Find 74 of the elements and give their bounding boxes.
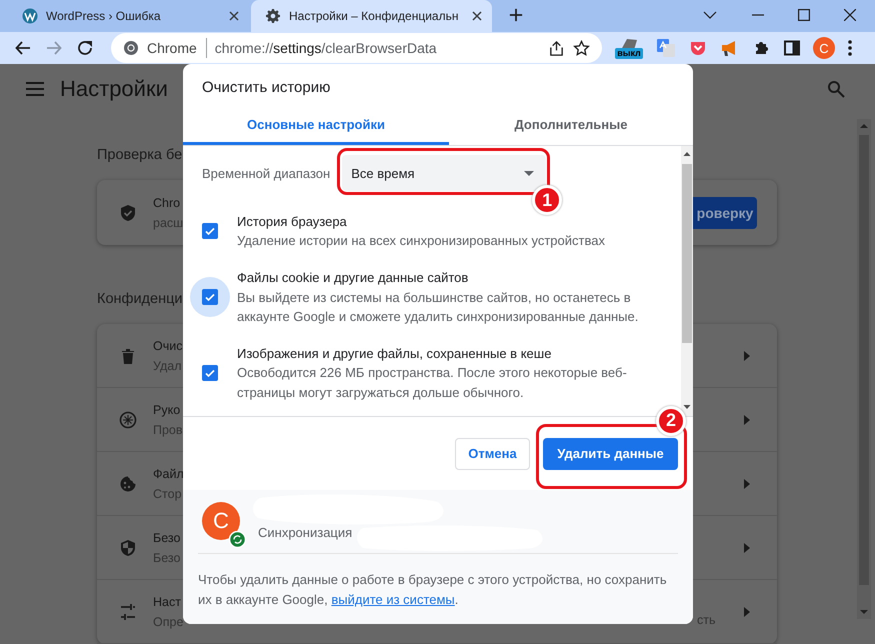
tab-title: Настройки – Конфиденциальн [289, 9, 458, 23]
sync-badge-icon [229, 530, 246, 548]
option-description: Освободится 226 МБ пространства. После этого некоторые веб-страницы могут загружаться дольше обычного. [237, 364, 628, 402]
shield-icon [119, 538, 137, 556]
option-title: Изображения и другие файлы, сохраненные в кеше [237, 344, 552, 363]
browser-tab[interactable]: Настройки – Конфиденциальн [251, 0, 492, 32]
cookie-icon [119, 474, 137, 492]
sync-status: Синхронизация [258, 524, 352, 540]
side-panel-icon[interactable] [784, 40, 800, 56]
profile-avatar[interactable]: С [813, 37, 835, 59]
field-label: Временной диапазон [202, 166, 330, 180]
option-description: Удаление истории на всех синхронизированных устройствах [237, 232, 606, 250]
option-title: История браузера [237, 212, 348, 231]
delete-data-button[interactable]: Удалить данные [543, 438, 678, 470]
page-title: Настройки [60, 76, 168, 102]
extension-button[interactable]: выкл [615, 37, 643, 59]
caret-right-icon [744, 414, 750, 424]
trash-icon [119, 346, 137, 364]
row-title: Наст [153, 594, 182, 610]
maximize-icon[interactable] [798, 9, 810, 21]
checkmark-icon [204, 225, 216, 237]
gear-icon [265, 8, 281, 24]
row-title: Руко [153, 402, 182, 419]
time-range-dropdown[interactable]: Все время [342, 155, 546, 191]
plus-icon [509, 8, 523, 22]
section-heading: Конфиденци [97, 290, 182, 309]
dialog-tab[interactable]: Дополнительные [449, 107, 693, 145]
checkmark-icon [204, 291, 216, 304]
dropdown-caret-icon [524, 170, 534, 176]
row-title: Файл [153, 466, 184, 482]
reload-icon[interactable] [76, 39, 94, 57]
caret-right-icon [744, 606, 750, 616]
check-button[interactable]: роверку [693, 196, 757, 228]
account-avatar: С [202, 502, 240, 540]
puzzle-icon[interactable] [753, 39, 771, 57]
chrome-logo-icon [123, 40, 139, 56]
star-icon[interactable] [573, 40, 590, 56]
more-menu-icon[interactable] [848, 40, 852, 56]
share-icon[interactable] [548, 40, 565, 56]
pocket-icon[interactable] [689, 39, 707, 57]
compass-icon [119, 410, 137, 428]
card-text: Chro [153, 194, 182, 212]
checkbox[interactable] [202, 289, 218, 306]
close-icon[interactable] [844, 9, 856, 21]
checkbox[interactable] [202, 223, 218, 239]
checkbox[interactable] [202, 364, 218, 381]
address-bar[interactable]: Chrome chrome://settings/clearBrowserData [111, 33, 602, 63]
shield-check-icon [119, 204, 137, 222]
caret-right-icon [744, 350, 750, 360]
url-text: chrome://settings/clearBrowserData [214, 40, 437, 56]
caret-right-icon [744, 478, 750, 488]
row-title: Безо [153, 530, 180, 546]
sliders-icon [119, 602, 137, 620]
footer-note: Чтобы удалить данные о работе в браузере с этого устройства, но сохранить их в аккаунте Google, выйдите из системы. [198, 571, 668, 609]
extension-badge: выкл [615, 48, 643, 59]
menu-icon[interactable] [26, 82, 44, 96]
cancel-button[interactable]: Отмена [455, 438, 530, 470]
caret-right-icon [744, 542, 750, 552]
row-title: Очис [153, 338, 182, 354]
dialog-title: Очистить историю [201, 78, 332, 98]
close-icon[interactable] [227, 9, 241, 23]
close-icon[interactable] [470, 9, 484, 23]
dialog-tab[interactable]: Основные настройки [183, 107, 449, 145]
browser-tab[interactable]: WordPress › Ошибка [8, 0, 249, 32]
option-description: Вы выйдете из системы на большинстве сайтов, но останетесь в аккаунте Google и сможете удалить синхронизированные данные. [237, 288, 640, 326]
site-logo-icon [22, 8, 38, 24]
sign-out-link[interactable]: выйдите из системы [331, 592, 455, 607]
option-title: Файлы cookie и другие данные сайтов [237, 269, 470, 287]
tab-title: WordPress › Ошибка [46, 9, 161, 23]
translate-icon[interactable] [656, 38, 676, 58]
back-arrow-icon[interactable] [14, 39, 32, 57]
site-label: Chrome [147, 38, 207, 58]
search-icon[interactable] [827, 80, 845, 98]
section-heading: Проверка бе [97, 146, 182, 165]
